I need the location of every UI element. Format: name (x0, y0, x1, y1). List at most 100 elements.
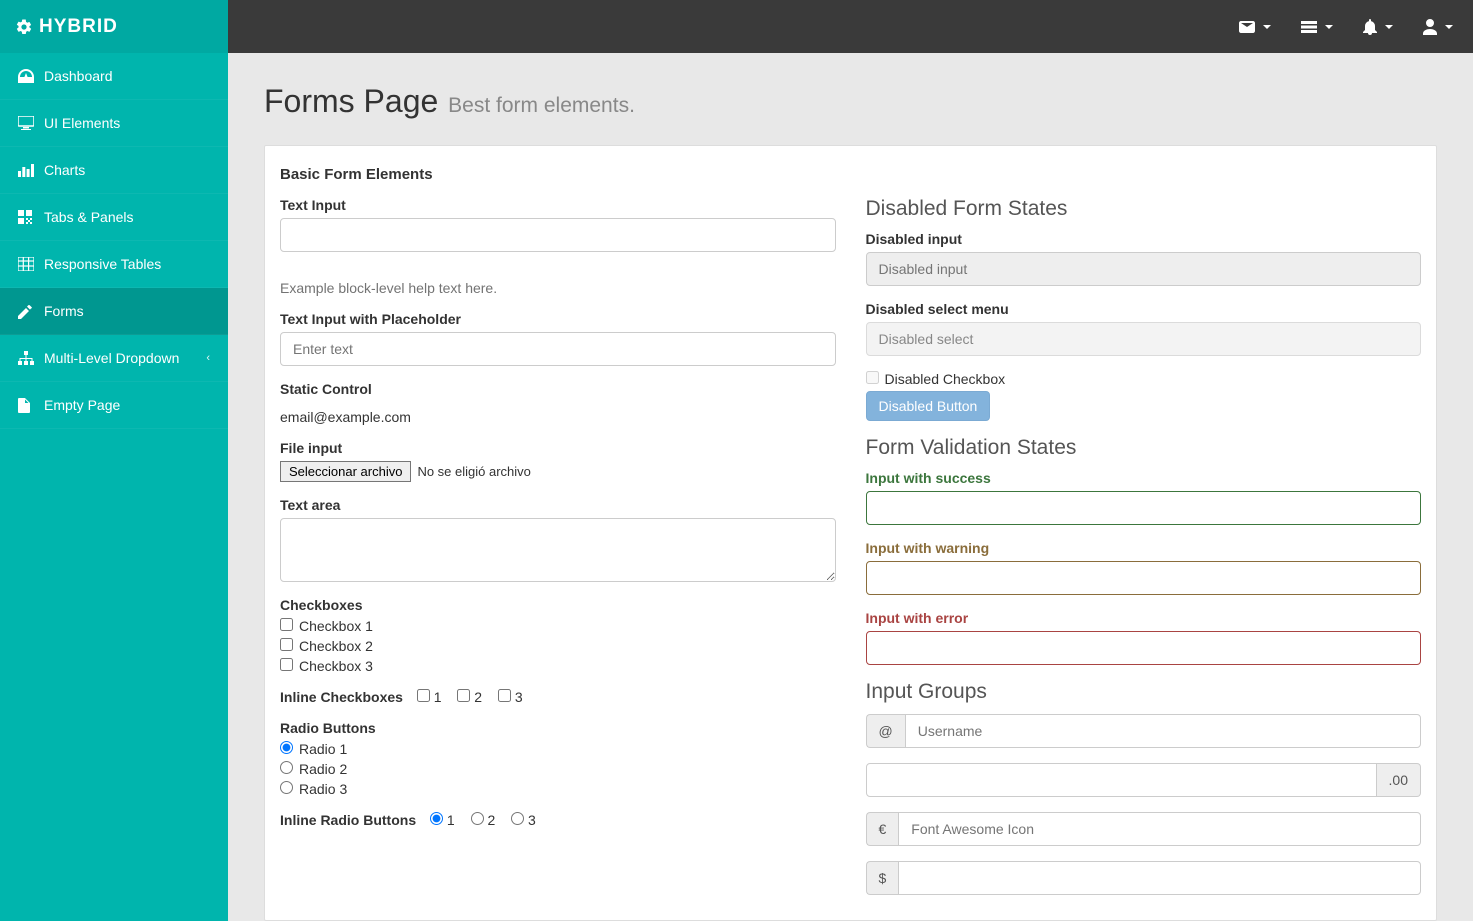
addon-at: @ (866, 714, 905, 748)
dashboard-icon (18, 69, 44, 83)
inline-checkbox-2[interactable] (457, 689, 470, 702)
placeholder-input[interactable] (280, 332, 836, 366)
dollar-input[interactable] (898, 861, 1421, 895)
placeholder-input-label: Text Input with Placeholder (280, 311, 836, 327)
input-group-dollar: $ (866, 861, 1422, 895)
inline-checkbox-1[interactable] (417, 689, 430, 702)
nav-label: Dashboard (44, 68, 113, 84)
radios-label: Radio Buttons (280, 720, 836, 736)
radio-1-label: Radio 1 (299, 741, 347, 757)
topbar-right (1239, 19, 1473, 35)
disabled-checkbox-label: Disabled Checkbox (885, 371, 1006, 387)
panel-title: Basic Form Elements (265, 166, 1436, 197)
disabled-input (866, 252, 1422, 286)
textarea[interactable] (280, 518, 836, 582)
qrcode-icon (18, 210, 44, 224)
inline-r3-label: 3 (528, 812, 536, 828)
radio-3-label: Radio 3 (299, 781, 347, 797)
help-text: Example block-level help text here. (280, 280, 836, 296)
inline-radios-label: Inline Radio Buttons (280, 812, 416, 828)
panel-basic-form: Basic Form Elements Text Input Example b… (264, 145, 1437, 921)
radio-1[interactable] (280, 741, 293, 754)
sidebar-item-empty[interactable]: Empty Page (0, 382, 228, 429)
success-input[interactable] (866, 491, 1422, 525)
disabled-select: Disabled select (866, 322, 1422, 356)
radio-2-label: Radio 2 (299, 761, 347, 777)
warning-label: Input with warning (866, 540, 1422, 556)
desktop-icon (18, 116, 44, 130)
mail-icon (1239, 21, 1255, 33)
checkbox-1[interactable] (280, 618, 293, 631)
brand-text: HYBRID (39, 16, 118, 38)
caret-down-icon (1445, 25, 1453, 29)
radio-3[interactable] (280, 781, 293, 794)
sidebar-item-multilevel[interactable]: Multi-Level Dropdown ‹ (0, 335, 228, 382)
nav-label: Forms (44, 303, 84, 319)
gear-icon (15, 18, 33, 36)
inline-checkboxes-label: Inline Checkboxes (280, 689, 403, 705)
main-content: Forms Page Best form elements. Basic For… (228, 53, 1473, 921)
alerts-dropdown[interactable] (1363, 19, 1393, 35)
sidebar-item-ui-elements[interactable]: UI Elements (0, 100, 228, 147)
sidebar-item-tabs-panels[interactable]: Tabs & Panels (0, 194, 228, 241)
page-header: Forms Page Best form elements. (228, 53, 1473, 145)
mail-dropdown[interactable] (1239, 21, 1271, 33)
caret-down-icon (1385, 25, 1393, 29)
success-label: Input with success (866, 470, 1422, 486)
disabled-select-label: Disabled select menu (866, 301, 1422, 317)
chevron-left-icon: ‹ (206, 352, 210, 364)
checkbox-3[interactable] (280, 658, 293, 671)
sidebar-item-tables[interactable]: Responsive Tables (0, 241, 228, 288)
nav-label: Tabs & Panels (44, 209, 134, 225)
sidebar-item-dashboard[interactable]: Dashboard (0, 53, 228, 100)
input-groups-title: Input Groups (866, 680, 1422, 704)
table-icon (18, 257, 44, 271)
user-dropdown[interactable] (1423, 19, 1453, 35)
edit-icon (18, 304, 44, 319)
radio-2[interactable] (280, 761, 293, 774)
sidebar-item-charts[interactable]: Charts (0, 147, 228, 194)
static-control-value: email@example.com (280, 402, 836, 425)
brand[interactable]: HYBRID (0, 0, 228, 53)
addon-dollar: $ (866, 861, 899, 895)
checkbox-1-label: Checkbox 1 (299, 618, 373, 634)
inline-r2-label: 2 (487, 812, 495, 828)
addon-euro: € (866, 812, 899, 846)
inline-radio-1[interactable] (430, 812, 443, 825)
nav-label: Empty Page (44, 397, 120, 413)
input-group-euro: € (866, 812, 1422, 846)
chart-icon (18, 163, 44, 177)
file-status-text: No se eligió archivo (417, 464, 530, 479)
error-input[interactable] (866, 631, 1422, 665)
bell-icon (1363, 19, 1377, 35)
fa-icon-input[interactable] (898, 812, 1421, 846)
text-input-label: Text Input (280, 197, 836, 213)
page-title: Forms Page (264, 83, 438, 119)
tasks-dropdown[interactable] (1301, 21, 1333, 33)
tasks-icon (1301, 21, 1317, 33)
static-control-label: Static Control (280, 381, 836, 397)
file-select-button[interactable]: Seleccionar archivo (280, 461, 411, 482)
inline-radio-2[interactable] (471, 812, 484, 825)
inline-radio-3[interactable] (511, 812, 524, 825)
text-input[interactable] (280, 218, 836, 252)
validation-states-title: Form Validation States (866, 436, 1422, 460)
checkbox-2[interactable] (280, 638, 293, 651)
page-subtitle: Best form elements. (448, 94, 635, 117)
sidebar-item-forms[interactable]: Forms (0, 288, 228, 335)
checkboxes-label: Checkboxes (280, 597, 836, 613)
textarea-label: Text area (280, 497, 836, 513)
user-icon (1423, 19, 1437, 35)
sidebar: Dashboard UI Elements Charts Tabs & Pane… (0, 53, 228, 921)
nav-label: Multi-Level Dropdown (44, 350, 179, 366)
inline-cb2-label: 2 (474, 689, 482, 705)
suffix-zero-input[interactable] (866, 763, 1377, 797)
inline-checkbox-3[interactable] (498, 689, 511, 702)
warning-input[interactable] (866, 561, 1422, 595)
username-input[interactable] (905, 714, 1421, 748)
disabled-button: Disabled Button (866, 391, 991, 421)
inline-cb1-label: 1 (434, 689, 442, 705)
caret-down-icon (1263, 25, 1271, 29)
inline-cb3-label: 3 (515, 689, 523, 705)
checkbox-3-label: Checkbox 3 (299, 658, 373, 674)
